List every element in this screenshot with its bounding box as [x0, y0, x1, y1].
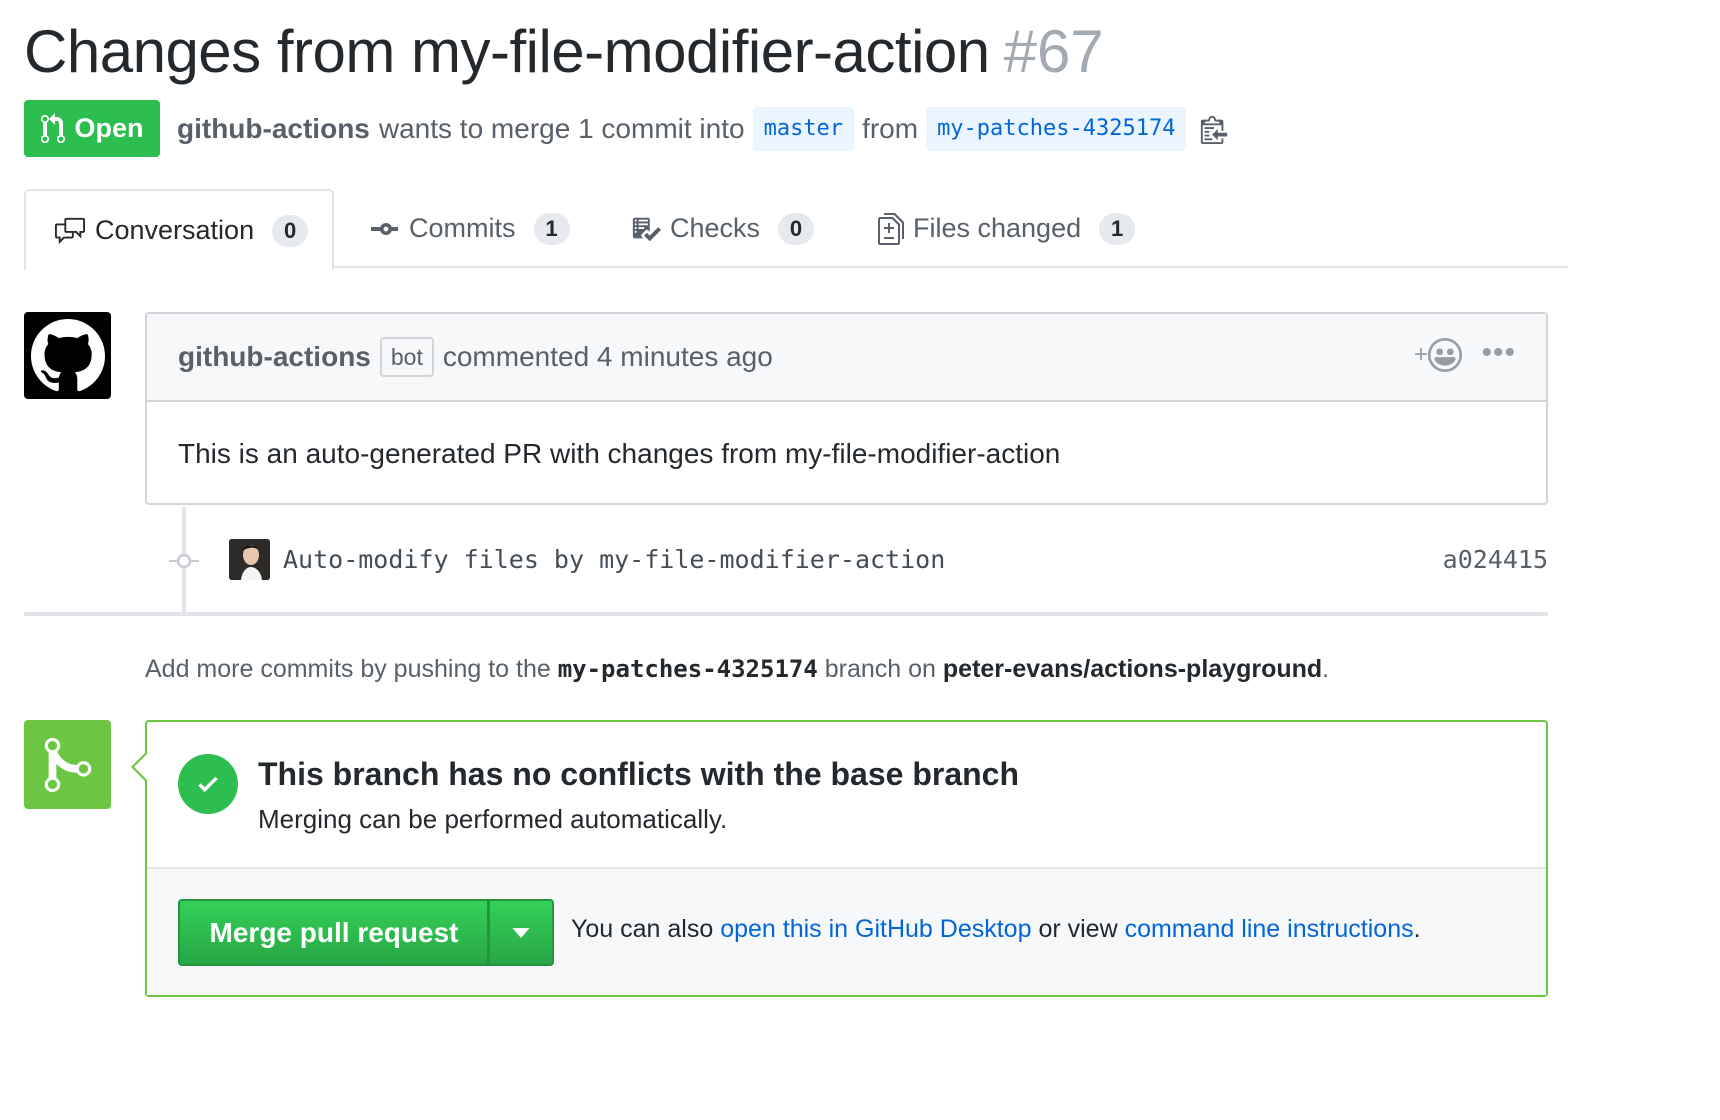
tab-files-changed-label: Files changed	[913, 213, 1082, 243]
tab-commits[interactable]: Commits 1	[371, 189, 570, 268]
pr-tabs: Conversation 0 Commits 1 Checks 0 Files …	[24, 189, 1568, 270]
commit-author-avatar[interactable]	[229, 539, 270, 580]
git-merge-icon	[44, 737, 91, 792]
comment-discussion-icon	[55, 217, 85, 244]
merge-status-icon-box	[24, 720, 111, 809]
reaction-plus: +	[1413, 341, 1428, 368]
pr-state-label: Open	[74, 113, 144, 143]
head-branch-label[interactable]: my-patches-4325174	[926, 107, 1187, 151]
push-hint-repo: peter-evans/actions-playground	[942, 655, 1323, 683]
smiley-icon	[1428, 338, 1462, 372]
tab-files-changed[interactable]: Files changed 1	[877, 189, 1136, 268]
pr-author-link[interactable]: github-actions	[177, 113, 370, 145]
timeline-divider	[24, 612, 1548, 616]
triangle-down-icon	[511, 927, 530, 938]
comment-body: This is an auto-generated PR with change…	[178, 437, 1061, 469]
merge-method-dropdown-button[interactable]	[487, 899, 554, 966]
merge-box: This branch has no conflicts with the ba…	[145, 720, 1548, 997]
add-reaction-button[interactable]: +	[1414, 338, 1462, 372]
push-hint-suffix: .	[1322, 655, 1330, 683]
merge-status-subtitle: Merging can be performed automatically.	[258, 804, 728, 834]
pr-merge-text: wants to merge 1 commit into	[378, 113, 745, 144]
open-in-desktop-link[interactable]: open this in GitHub Desktop	[720, 915, 1031, 943]
git-pull-request-icon	[41, 112, 66, 143]
alt-prefix: You can also	[571, 915, 714, 943]
tab-files-changed-count: 1	[1099, 212, 1136, 245]
comment-header: github-actions bot commented 4 minutes a…	[147, 314, 1546, 402]
tab-checks-count: 0	[778, 212, 815, 245]
alt-middle: or view	[1038, 915, 1118, 943]
git-commit-icon	[371, 222, 398, 235]
merge-footer: Merge pull request You can also open thi…	[147, 867, 1546, 995]
push-hint: Add more commits by pushing to the my-pa…	[145, 655, 1329, 684]
commit-node-icon	[169, 553, 199, 569]
merge-box-pointer-inner	[134, 754, 147, 780]
merge-alternatives-text: You can also open this in GitHub Desktop…	[571, 915, 1421, 944]
comment-author[interactable]: github-actions	[178, 341, 371, 373]
copy-clipboard-icon[interactable]	[1200, 114, 1228, 144]
pr-title-row: Changes from my-file-modifier-action #67	[24, 14, 1104, 90]
file-diff-icon	[878, 212, 904, 245]
tab-checks[interactable]: Checks 0	[630, 189, 815, 268]
checklist-icon	[632, 217, 661, 241]
comment-timestamp[interactable]: commented 4 minutes ago	[443, 341, 773, 373]
tab-commits-count: 1	[533, 212, 570, 245]
pr-from-text: from	[862, 113, 919, 144]
pr-title: Changes from my-file-modifier-action	[24, 18, 990, 85]
merge-status-title: This branch has no conflicts with the ba…	[258, 756, 1020, 792]
status-check-circle	[178, 754, 238, 814]
github-octocat-icon	[30, 318, 105, 391]
pr-description-comment: github-actions bot commented 4 minutes a…	[145, 312, 1548, 505]
commit-message-link[interactable]: Auto-modify files by my-file-modifier-ac…	[283, 545, 945, 574]
tab-checks-label: Checks	[670, 213, 761, 243]
check-icon	[198, 776, 218, 793]
commit-sha-link[interactable]: a024415	[1443, 545, 1548, 574]
comment-more-options-button[interactable]: •••	[1481, 336, 1516, 370]
pr-meta: github-actions wants to merge 1 commit i…	[177, 106, 1228, 152]
push-hint-branch: my-patches-4325174	[557, 655, 818, 683]
github-actions-avatar[interactable]	[24, 312, 111, 399]
alt-suffix: .	[1413, 915, 1421, 943]
merge-pull-request-button[interactable]: Merge pull request	[178, 899, 488, 966]
tab-conversation-label: Conversation	[95, 215, 255, 245]
base-branch-label[interactable]: master	[752, 107, 855, 151]
pr-state-badge: Open	[24, 100, 160, 157]
push-hint-prefix: Add more commits by pushing to the	[145, 655, 551, 683]
person-avatar-icon	[229, 539, 270, 580]
command-line-instructions-link[interactable]: command line instructions	[1125, 915, 1414, 943]
push-hint-middle: branch on	[824, 655, 936, 683]
pr-number: #67	[1003, 18, 1104, 85]
tab-commits-label: Commits	[409, 213, 516, 243]
tab-conversation-count: 0	[272, 214, 309, 247]
tab-conversation[interactable]: Conversation 0	[24, 189, 334, 270]
bot-badge: bot	[379, 337, 434, 377]
